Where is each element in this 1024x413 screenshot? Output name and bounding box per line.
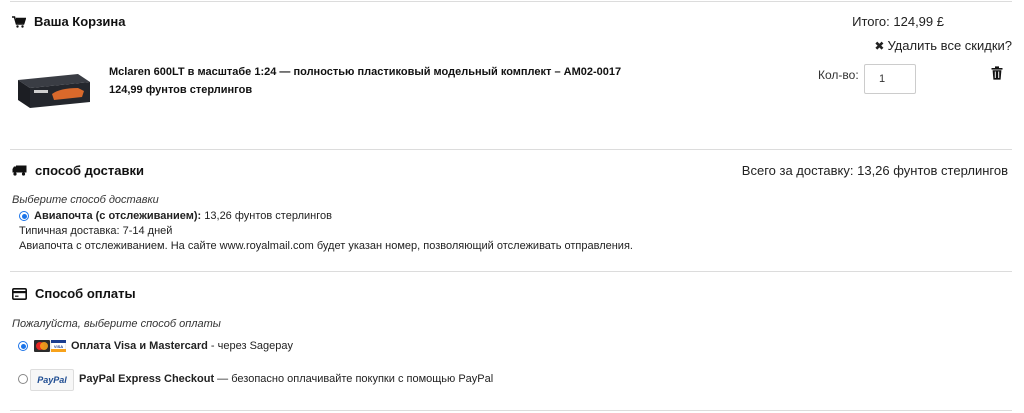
payment-section-title: Способ оплаты [12, 286, 136, 301]
cart-total: Итого: 124,99 £ [852, 14, 944, 29]
cart-divider [10, 149, 1012, 150]
delivery-typical: Типичная доставка: 7-14 дней [19, 225, 173, 237]
card-payment-name: Оплата Visa и Mastercard [71, 340, 208, 352]
delivery-option[interactable]: Авиапочта (с отслеживанием): 13,26 фунто… [34, 210, 332, 222]
delivery-hint: Выберите способ доставки [12, 194, 159, 206]
svg-text:VISA: VISA [54, 344, 63, 349]
quantity-input[interactable] [864, 64, 916, 94]
delivery-total: Всего за доставку: 13,26 фунтов стерлинг… [741, 163, 1008, 178]
paypal-payment-desc: — безопасно оплачивайте покупки с помощь… [214, 373, 494, 385]
visa-mastercard-logo: VISA [34, 340, 66, 352]
product-name[interactable]: Mclaren 600LT в масштабе 1:24 — полность… [109, 66, 621, 78]
delivery-divider [10, 271, 1012, 272]
delivery-section-title: способ доставки [12, 163, 144, 178]
payment-title: Способ оплаты [35, 286, 136, 301]
delivery-title: способ доставки [35, 163, 145, 178]
cart-section-title: Ваша Корзина [12, 14, 125, 29]
card-payment-via: - через Sagepay [207, 340, 294, 352]
paypal-payment-radio[interactable] [18, 374, 28, 384]
delivery-option-radio[interactable] [19, 211, 29, 221]
credit-card-icon [12, 287, 27, 300]
shopping-cart-icon [12, 15, 26, 28]
delivery-description: Авиапочта с отслеживанием. На сайте www.… [19, 240, 633, 252]
truck-icon [12, 165, 27, 176]
payment-divider [10, 410, 1012, 411]
cart-title: Ваша Корзина [34, 14, 126, 29]
close-icon: ✖ [874, 39, 885, 53]
remove-discounts-label: Удалить все скидки? [887, 38, 1012, 53]
quantity-label: Кол-во: [818, 68, 859, 82]
product-image[interactable] [12, 68, 94, 112]
card-payment-radio[interactable] [18, 341, 28, 351]
delivery-option-price: 13,26 фунтов стерлингов [201, 210, 332, 222]
top-divider [10, 1, 1012, 2]
payment-hint: Пожалуйста, выберите способ оплаты [12, 318, 221, 330]
remove-discounts-link[interactable]: ✖ Удалить все скидки? [874, 38, 1012, 53]
paypal-payment-name: PayPal Express Checkout [79, 373, 215, 385]
product-price: 124,99 фунтов стерлингов [109, 84, 253, 96]
paypal-logo: PayPal [30, 369, 74, 391]
card-payment-option[interactable]: Оплата Visa и Mastercard - через Sagepay [71, 340, 293, 352]
trash-icon[interactable] [991, 66, 1003, 80]
paypal-payment-option[interactable]: PayPal Express Checkout — безопасно опла… [79, 373, 493, 385]
delivery-option-name: Авиапочта (с отслеживанием): [34, 210, 202, 222]
